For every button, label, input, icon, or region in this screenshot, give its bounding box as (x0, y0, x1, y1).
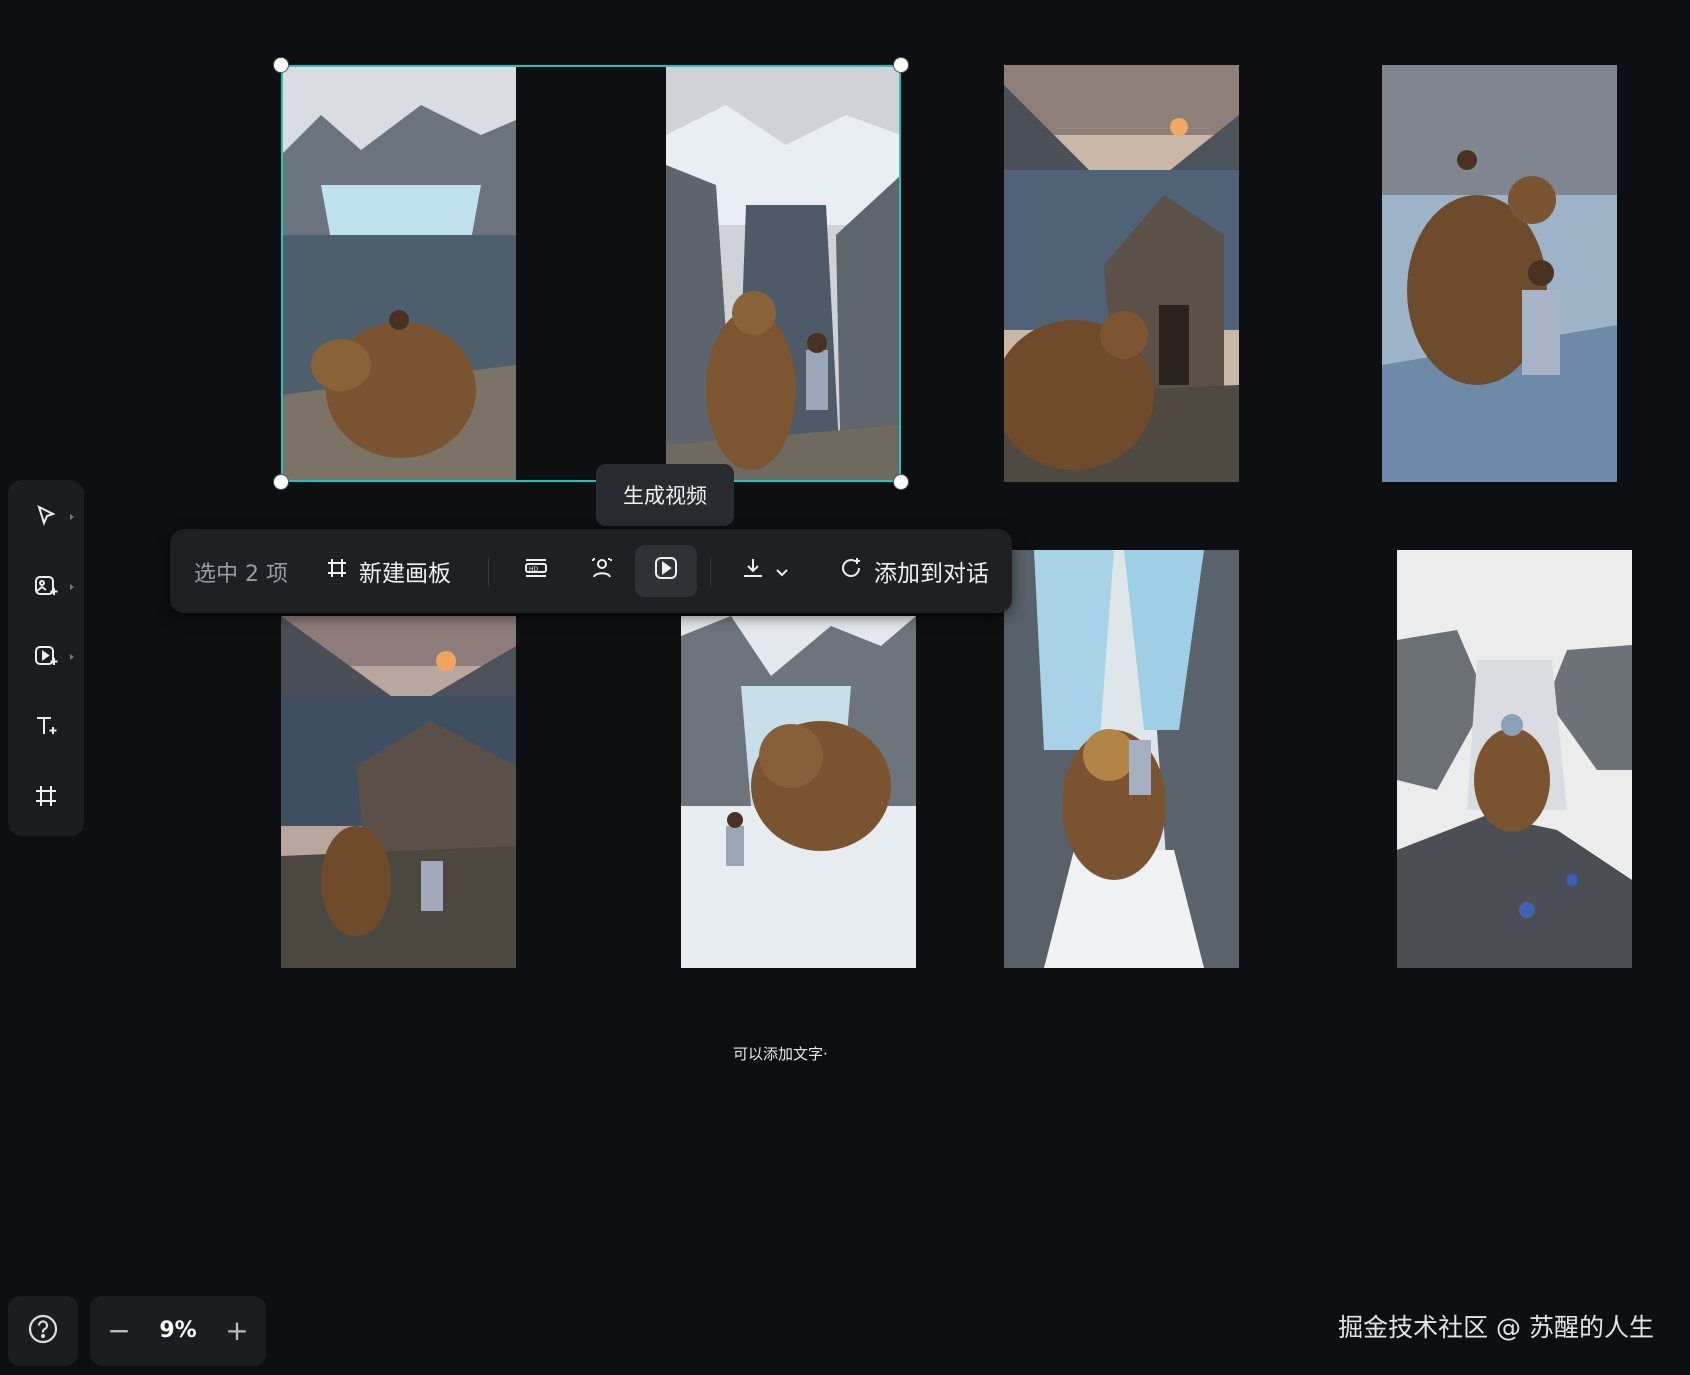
generate-video-icon (653, 555, 679, 587)
new-board-label: 新建画板 (359, 561, 451, 587)
resize-handle-bottom-left[interactable] (274, 475, 288, 489)
resize-handle-bottom-right[interactable] (894, 475, 908, 489)
left-toolbar (8, 480, 84, 836)
canvas-text-caption[interactable]: 可以添加文字· (733, 1043, 828, 1064)
hd-upscale-button[interactable]: HD (508, 545, 564, 597)
separator (488, 557, 489, 587)
chevron-down-icon (775, 558, 789, 584)
download-button[interactable] (730, 545, 800, 597)
add-text-icon (33, 713, 59, 743)
hd-upscale-icon: HD (523, 556, 549, 586)
help-icon (27, 1313, 59, 1349)
image-bear-ice-canyon[interactable] (1004, 550, 1239, 968)
add-text-button[interactable] (26, 708, 66, 748)
add-video-button[interactable] (26, 638, 74, 678)
artboard-tool-button[interactable] (26, 778, 66, 818)
select-tool-button[interactable] (26, 498, 74, 538)
person-cutout-icon (590, 556, 614, 586)
person-cutout-button[interactable] (574, 545, 630, 597)
image-bear-mountain-fjord[interactable] (1397, 550, 1632, 968)
caret-icon (70, 514, 74, 520)
help-button[interactable] (8, 1296, 78, 1366)
add-image-button[interactable] (26, 568, 74, 608)
generate-video-button[interactable] (635, 545, 697, 597)
selected-count-label: 选中 2 项 (194, 562, 288, 587)
zoom-control: − 9% + (90, 1296, 266, 1366)
add-video-icon (33, 643, 59, 673)
selection-box[interactable] (274, 58, 908, 489)
image-bear-ice-field[interactable] (681, 616, 916, 968)
add-to-chat-label: 添加到对话 (874, 561, 989, 587)
svg-text:HD: HD (529, 566, 539, 573)
image-cabin-sunset-bear[interactable] (281, 616, 516, 968)
artboard-icon (33, 783, 59, 813)
tooltip-text: 生成视频 (623, 484, 707, 508)
selection-toolbar: 选中 2 项 新建画板 HD 添加到对话 (170, 529, 1012, 613)
select-tool-icon (33, 503, 59, 533)
add-to-chat-icon (838, 555, 864, 587)
add-image-icon (33, 573, 59, 603)
image-bear-cabin-sunset[interactable] (1004, 65, 1239, 482)
add-to-chat-button[interactable]: 添加到对话 (838, 545, 989, 597)
zoom-in-button[interactable]: + (222, 1316, 252, 1346)
watermark: 掘金技术社区 @ 苏醒的人生 (1338, 1313, 1654, 1342)
separator (710, 557, 711, 587)
resize-handle-top-left[interactable] (274, 58, 288, 72)
resize-handle-top-right[interactable] (894, 58, 908, 72)
caret-icon (70, 654, 74, 660)
download-icon (741, 556, 767, 586)
tooltip-generate-video: 生成视频 (596, 464, 734, 526)
artboard-icon (325, 556, 349, 586)
canvas[interactable]: 生成视频 选中 2 项 新建画板 HD 添加到对话 可以添加文字· (0, 0, 1690, 1375)
image-bear-frozen-lake[interactable] (1382, 65, 1617, 482)
new-board-button[interactable]: 新建画板 (325, 545, 451, 597)
caret-icon (70, 584, 74, 590)
